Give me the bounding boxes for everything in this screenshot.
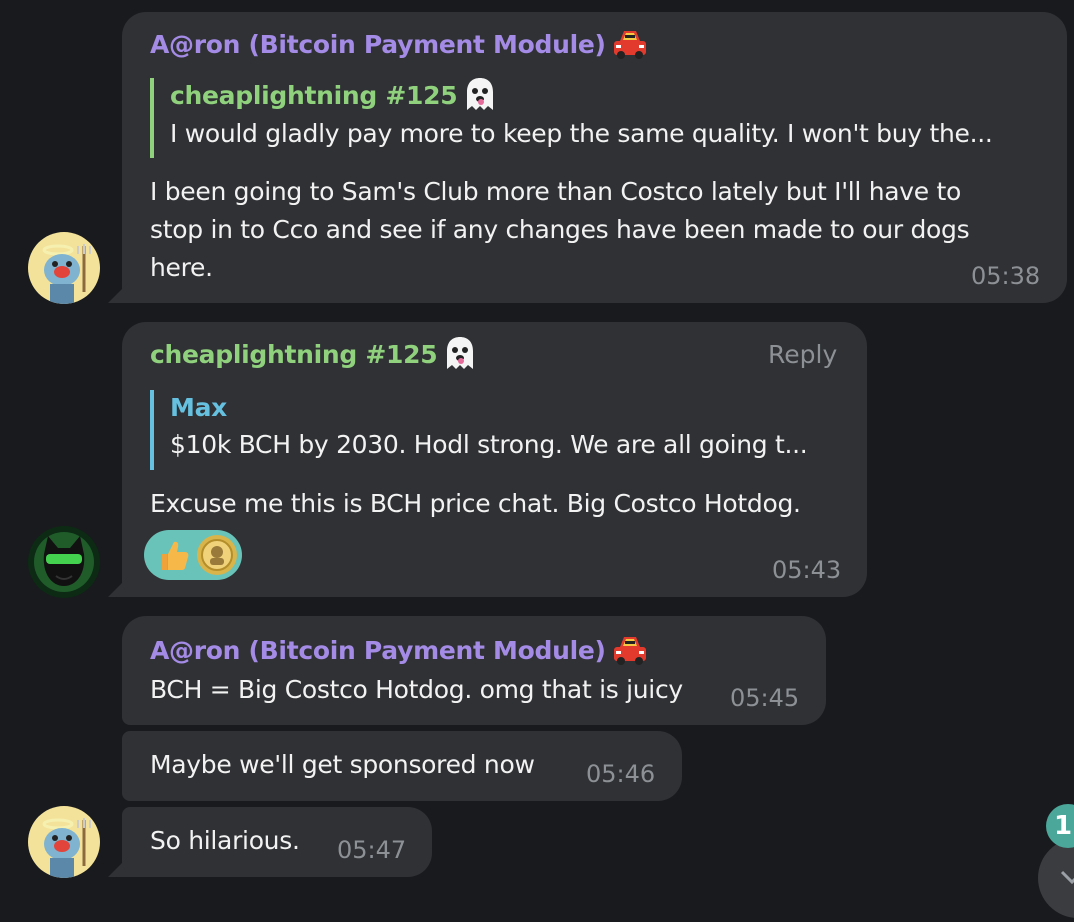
message-time: 05:45 [730,684,800,712]
thumbs-up-emoji-icon [154,536,192,578]
message-text-line: here. [150,253,213,282]
message-text-line: stop in to Cco and see if any changes ha… [150,215,970,244]
quote-sender-text: cheaplightning #125 [170,81,458,110]
reply-quote[interactable]: cheaplightning #125 I would gladly pay m… [150,78,993,158]
ghost-emoji-icon [441,335,479,371]
message-text: So hilarious. [150,826,300,855]
avatar-pig-farmer[interactable] [28,806,100,878]
sender-name-text: A@ron (Bitcoin Payment Module) [150,30,606,59]
message-text: BCH = Big Costco Hotdog. omg that is jui… [150,675,683,704]
reply-quote[interactable]: Max $10k BCH by 2030. Hodl strong. We ar… [150,390,808,470]
scroll-down-button[interactable] [1038,838,1074,918]
message-time: 05:47 [337,836,407,864]
ghost-emoji-icon [461,76,499,112]
quote-sender: cheaplightning #125 [170,78,993,115]
avatar-cat[interactable] [28,526,100,598]
sender-name[interactable]: A@ron (Bitcoin Payment Module) [150,634,650,670]
message-time: 05:38 [971,262,1041,290]
quote-text: I would gladly pay more to keep the same… [170,119,993,148]
message-text-line: I been going to Sam's Club more than Cos… [150,177,962,206]
sender-name[interactable]: cheaplightning #125 [150,335,479,374]
reply-button[interactable]: Reply [768,340,837,369]
message-time: 05:43 [772,556,842,584]
sender-name-text: cheaplightning #125 [150,340,438,369]
quote-text: $10k BCH by 2030. Hodl strong. We are al… [170,430,808,459]
message-text: Maybe we'll get sponsored now [150,750,535,779]
car-emoji-icon [610,25,650,61]
message-text: Excuse me this is BCH price chat. Big Co… [150,489,801,518]
chevron-down-icon [1060,870,1074,885]
coin-sticker-icon [196,534,238,580]
sender-name-text: A@ron (Bitcoin Payment Module) [150,636,606,665]
quote-sender: Max [170,393,227,422]
message-time: 05:46 [586,760,656,788]
reaction-chip[interactable] [144,530,242,580]
avatar-pig-farmer[interactable] [28,232,100,304]
sender-name[interactable]: A@ron (Bitcoin Payment Module) [150,28,650,64]
car-emoji-icon [610,631,650,667]
